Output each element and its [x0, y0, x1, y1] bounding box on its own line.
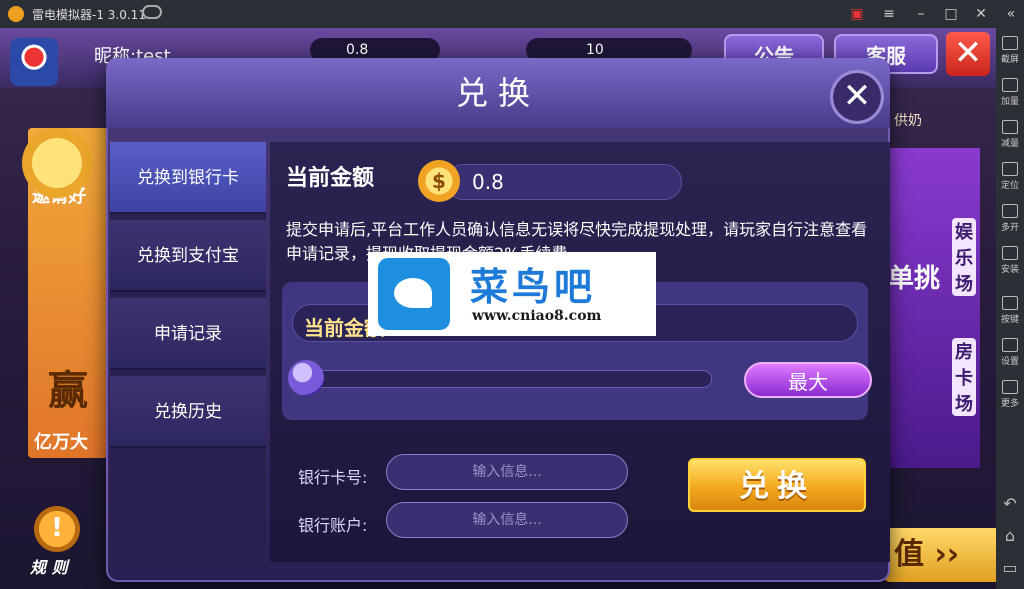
- amount-slider[interactable]: [296, 370, 712, 388]
- keyboard-icon: [1002, 296, 1018, 310]
- volume-down-icon: [1002, 120, 1018, 134]
- invite-promo-big: 赢: [48, 368, 88, 414]
- promo-caption: 供奶: [894, 113, 922, 129]
- promo-duel: 单挑: [888, 264, 941, 294]
- close-window-icon[interactable]: ✕: [970, 4, 992, 24]
- watermark-url: www.cniao8.com: [472, 308, 602, 324]
- notification-icon[interactable]: ▣: [846, 4, 868, 24]
- game-close-button[interactable]: ✕: [946, 32, 990, 76]
- sidebar-label: 加量: [1000, 97, 1019, 107]
- tab-apply-records[interactable]: 申请记录: [110, 298, 266, 370]
- location-icon: [1002, 162, 1018, 176]
- sidebar-item-volume-up[interactable]: 加量: [996, 78, 1024, 107]
- current-amount-label: 当前金额: [286, 166, 375, 191]
- coin-icon: [22, 128, 92, 198]
- sidebar-item-screenshot[interactable]: 截屏: [996, 36, 1024, 65]
- current-amount-value: 0.8: [472, 170, 504, 194]
- recharge-label: 值: [894, 537, 924, 572]
- sidebar-item-settings[interactable]: 设置: [996, 338, 1024, 367]
- promo-room-card: 房卡场: [952, 338, 976, 416]
- sidebar-label: 减量: [1000, 139, 1019, 149]
- sidebar-label: 按键: [1000, 315, 1019, 325]
- bank-card-input[interactable]: 输入信息...: [386, 454, 628, 490]
- coin-icon: $: [418, 160, 460, 202]
- amount-slider-handle[interactable]: [288, 360, 324, 396]
- multi-instance-icon: [1002, 204, 1018, 218]
- watermark-title: 菜鸟吧: [470, 264, 597, 309]
- exchange-confirm-button[interactable]: 兑换: [688, 458, 866, 512]
- install-icon: [1002, 246, 1018, 260]
- sidebar-label: 截屏: [1000, 55, 1019, 65]
- bank-balance: 10: [586, 42, 604, 58]
- exchange-content: 当前金额 $ 0.8 提交申请后,平台工作人员确认信息无误将尽快完成提现处理，请…: [270, 142, 890, 562]
- exchange-tabs: 兑换到银行卡 兑换到支付宝 申请记录 兑换历史: [110, 142, 266, 562]
- coin-balance: 0.8: [346, 42, 369, 58]
- sidebar-label: 设置: [1000, 357, 1019, 367]
- sidebar-item-keys[interactable]: 按键: [996, 296, 1024, 325]
- max-button[interactable]: 最大: [744, 362, 872, 398]
- sidebar-label: 更多: [1000, 399, 1019, 409]
- sidebar-item-volume-down[interactable]: 减量: [996, 120, 1024, 149]
- game-mode-promo[interactable]: 供奶 单挑 娱乐场 房卡场: [880, 113, 980, 468]
- home-icon[interactable]: ⌂: [996, 526, 1024, 545]
- recharge-button[interactable]: 值 ››: [884, 528, 996, 582]
- sidebar-item-more[interactable]: 更多: [996, 380, 1024, 409]
- bank-account-label: 银行账户:: [298, 516, 368, 535]
- sidebar-label: 定位: [1000, 181, 1019, 191]
- gamepad-icon[interactable]: [142, 5, 162, 19]
- promo-casino: 娱乐场: [952, 218, 976, 296]
- invite-promo-subtitle: 亿万大: [34, 432, 88, 453]
- sidebar-label: 安装: [1000, 265, 1019, 275]
- tab-alipay[interactable]: 兑换到支付宝: [110, 220, 266, 292]
- emulator-sidebar: 截屏 加量 减量 定位 多开 安装 按键 设置 更多 ↶ ⌂ ▭: [996, 28, 1024, 589]
- sidebar-label: 多开: [1000, 223, 1019, 233]
- avatar[interactable]: [10, 38, 58, 86]
- tab-exchange-history[interactable]: 兑换历史: [110, 376, 266, 448]
- more-icon: [1002, 380, 1018, 394]
- bank-card-label: 银行卡号:: [298, 468, 368, 487]
- dialog-body: 兑换到银行卡 兑换到支付宝 申请记录 兑换历史 当前金额 $ 0.8 提交申请后…: [106, 142, 890, 582]
- watermark: 菜鸟吧 www.cniao8.com: [368, 252, 656, 336]
- maximize-icon[interactable]: □: [940, 4, 962, 24]
- rules-icon[interactable]: !: [34, 506, 80, 552]
- bank-account-input[interactable]: 输入信息...: [386, 502, 628, 538]
- back-icon[interactable]: ↶: [996, 494, 1024, 513]
- dialog-title: 兑换: [455, 74, 540, 112]
- menu-icon[interactable]: ≡: [878, 4, 900, 24]
- bird-logo-icon: [378, 258, 450, 330]
- volume-up-icon: [1002, 78, 1018, 92]
- sidebar-item-multi[interactable]: 多开: [996, 204, 1024, 233]
- expand-icon[interactable]: «: [1000, 4, 1022, 24]
- rules-label[interactable]: 规 则: [30, 554, 68, 578]
- emulator-title: 雷电模拟器-1 3.0.11: [32, 8, 146, 22]
- sidebar-item-location[interactable]: 定位: [996, 162, 1024, 191]
- emulator-titlebar: 雷电模拟器-1 3.0.11 ▣ ≡ – □ ✕ «: [0, 0, 1024, 28]
- dialog-close-button[interactable]: ✕: [830, 70, 884, 124]
- tab-bank-card[interactable]: 兑换到银行卡: [110, 142, 266, 214]
- emulator-logo-icon: [8, 6, 24, 22]
- gear-icon: [1002, 338, 1018, 352]
- scissors-icon: [1002, 36, 1018, 50]
- minimize-icon[interactable]: –: [910, 4, 932, 24]
- recent-apps-icon[interactable]: ▭: [996, 558, 1024, 577]
- sidebar-item-install[interactable]: 安装: [996, 246, 1024, 275]
